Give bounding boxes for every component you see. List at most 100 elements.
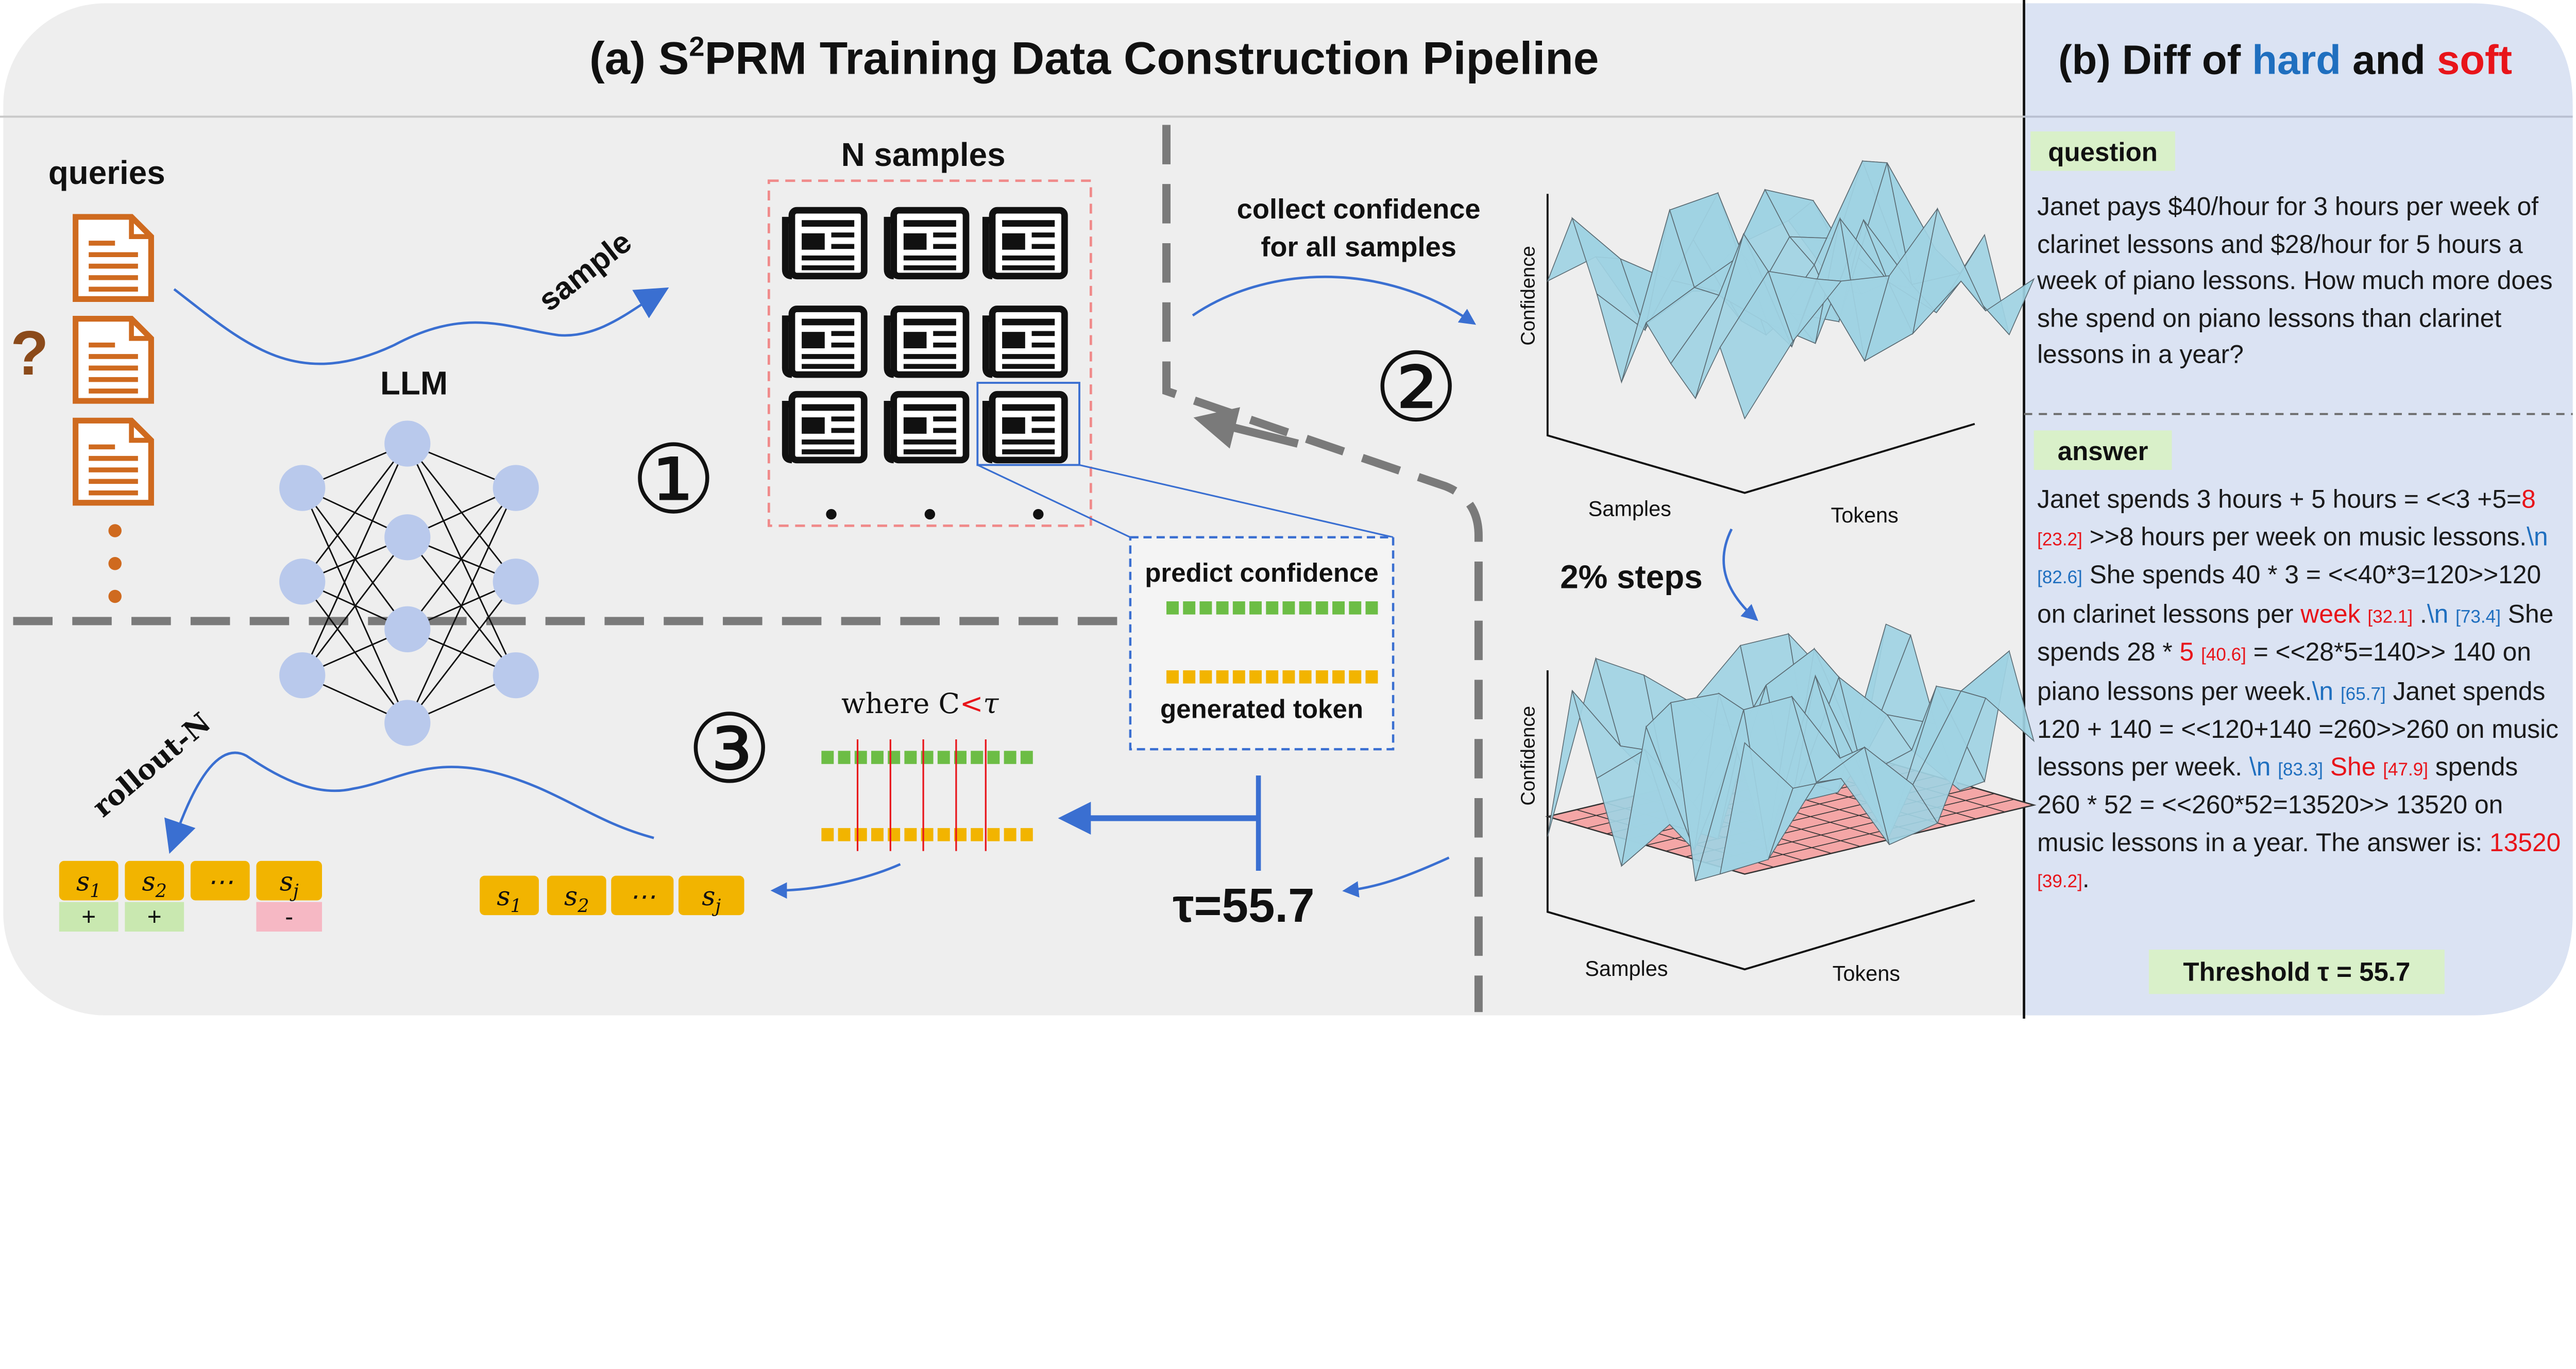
neuron-node (384, 514, 431, 561)
panel-b-title: (b) Diff of hard and soft (2058, 37, 2512, 82)
token-cell (937, 828, 950, 841)
token-cell (1216, 601, 1229, 615)
neuron-node (493, 465, 539, 511)
step-label-sign: - (256, 902, 322, 932)
samples-grid (785, 210, 1064, 460)
document-icon (76, 420, 151, 502)
step-token: s1 (59, 860, 118, 902)
question-mark-icon: ? (10, 318, 48, 388)
ellipsis-dot (108, 556, 122, 570)
ellipsis-dot (826, 509, 837, 520)
step-token: ⋯ (190, 860, 250, 901)
token-cell (1199, 601, 1212, 615)
token-cell (1365, 670, 1378, 684)
ellipsis-dot (108, 589, 122, 603)
token-cell (1282, 670, 1295, 684)
token-cell (1332, 601, 1345, 615)
svg-text:+: + (81, 903, 96, 931)
token-cell (821, 828, 834, 841)
sample-document-icon (887, 309, 966, 375)
answer-text: Janet spends 3 hours + 5 hours = <<3 +5=… (2037, 486, 2561, 894)
token-cell (854, 828, 867, 841)
sample-document-icon (887, 210, 966, 276)
threshold-label: Threshold τ = 55.7 (2183, 957, 2410, 987)
collect-confidence-label: collect confidence (1237, 194, 1481, 225)
svg-text:-: - (285, 903, 293, 931)
sample-document-icon (785, 309, 864, 375)
token-cell (1199, 670, 1212, 684)
token-cell (1315, 601, 1328, 615)
svg-text:⋯: ⋯ (629, 882, 655, 912)
step-label-sign: + (59, 902, 118, 932)
token-cell (1183, 601, 1196, 615)
panel-a-title: (a) S2PRM Training Data Construction Pip… (589, 31, 1599, 83)
neuron-node (384, 420, 431, 467)
token-cell (838, 751, 851, 764)
where-label: where C<τ (841, 687, 999, 720)
generated-token-label: generated token (1160, 694, 1363, 723)
token-cell (1266, 601, 1279, 615)
queries-label: queries (48, 154, 165, 191)
token-cell (1249, 601, 1262, 615)
token-cell (821, 751, 834, 764)
token-cell (1020, 751, 1033, 764)
sample-document-icon (986, 394, 1064, 460)
top-chart-xlabel-samples: Samples (1588, 496, 1671, 520)
step-label-sign: + (125, 902, 184, 932)
token-cell (1282, 601, 1295, 615)
bottom-chart-xlabel-tokens: Tokens (1833, 961, 1900, 986)
token-cell (937, 751, 950, 764)
neuron-node (384, 700, 431, 746)
token-cell (1166, 601, 1179, 615)
figure: (a) S2PRM Training Data Construction Pip… (0, 0, 2576, 1019)
token-cell (1349, 670, 1362, 684)
token-cell (1249, 670, 1262, 684)
step-1-marker: ① (631, 424, 716, 535)
step-token: sj (678, 875, 744, 917)
token-cell (871, 828, 884, 841)
step-3-marker: ③ (687, 694, 772, 805)
sample-document-icon (986, 210, 1064, 276)
token-cell (971, 828, 984, 841)
top-chart-xlabel-tokens: Tokens (1831, 503, 1899, 527)
token-cell (1299, 670, 1312, 684)
sample-document-icon (785, 210, 864, 276)
n-samples-label: N samples (841, 136, 1006, 173)
step-token: sj (256, 860, 322, 902)
token-cell (1266, 670, 1279, 684)
answer-tag: answer (2058, 436, 2148, 466)
step-token: s2 (125, 860, 184, 902)
token-cell (854, 751, 867, 764)
token-cell (838, 828, 851, 841)
svg-text:+: + (147, 903, 162, 931)
neuron-node (493, 652, 539, 699)
question-tag: question (2048, 138, 2158, 167)
collect-confidence-label-2: for all samples (1261, 231, 1456, 262)
bottom-chart-xlabel-samples: Samples (1585, 956, 1668, 981)
predict-confidence-label: predict confidence (1145, 558, 1379, 587)
step-token: s2 (547, 875, 606, 917)
token-cell (1299, 601, 1312, 615)
ellipsis-dot (924, 509, 936, 520)
step-2-marker: ② (1374, 332, 1459, 443)
sample-document-icon (887, 394, 966, 460)
token-cell (987, 828, 1000, 841)
step-sequence: s1 s2 ⋯ sj (480, 875, 744, 917)
sample-document-icon (986, 309, 1064, 375)
step-token: ⋯ (611, 875, 674, 916)
document-icon (76, 319, 151, 401)
token-cell (1365, 601, 1378, 615)
token-cell (1232, 670, 1245, 684)
token-cell (904, 828, 917, 841)
neuron-node (384, 606, 431, 652)
neuron-node (279, 559, 326, 605)
step-token: s1 (480, 875, 539, 917)
neuron-node (493, 559, 539, 605)
token-cell (1332, 670, 1345, 684)
tau-value: τ=55.7 (1173, 878, 1314, 932)
question-text: Janet pays $40/hour for 3 hours per week… (2037, 194, 2553, 370)
token-cell (1349, 601, 1362, 615)
document-icon (76, 217, 151, 299)
ellipsis-dot (1033, 509, 1044, 520)
token-cell (1004, 828, 1016, 841)
